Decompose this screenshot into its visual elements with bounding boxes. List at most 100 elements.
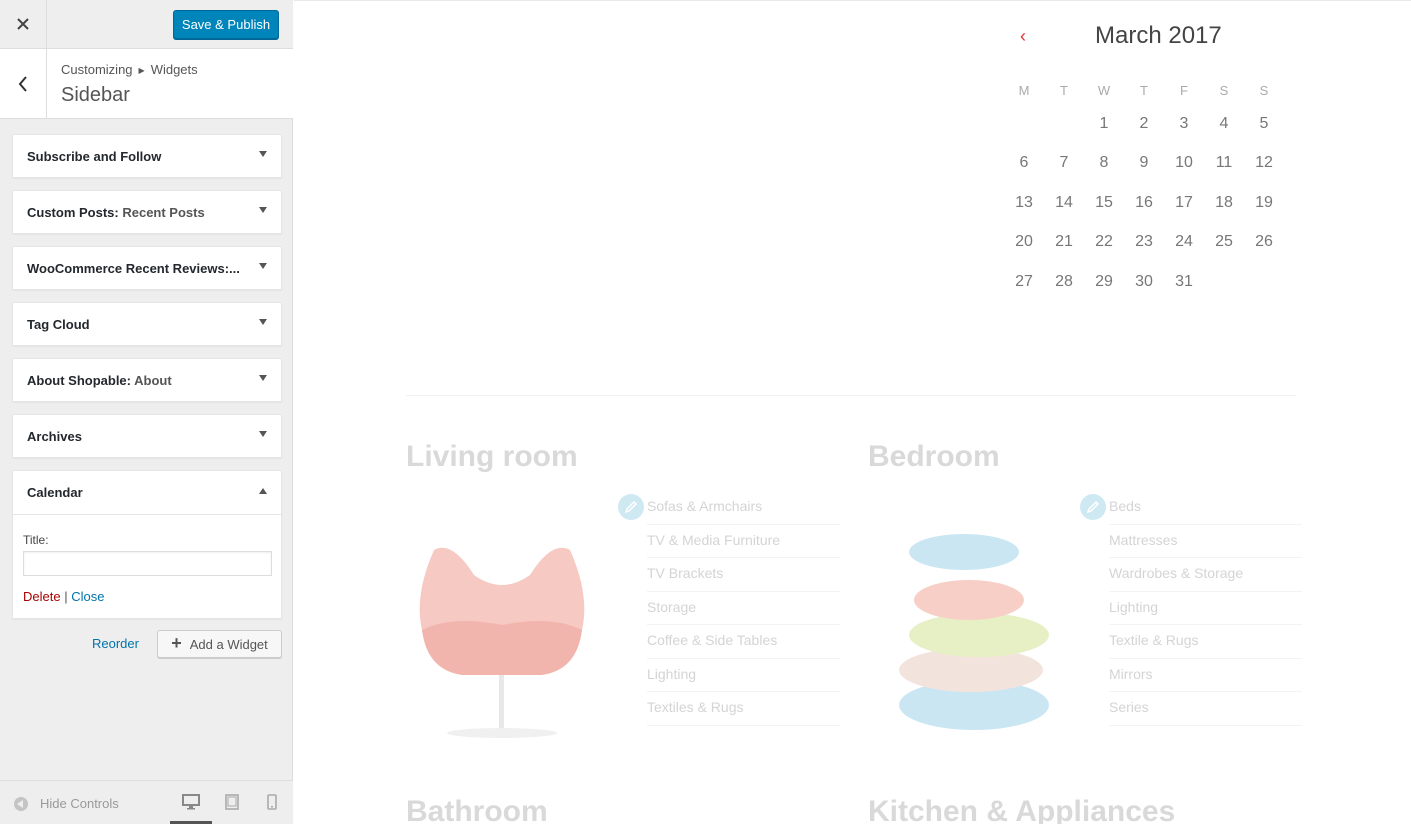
calendar-day [1244, 262, 1284, 302]
expand-arrow-icon[interactable] [259, 431, 267, 437]
widget-woocommerce-recent-reviews[interactable]: WooCommerce Recent Reviews:... [12, 246, 282, 290]
actions-separator: | [64, 589, 68, 604]
close-link[interactable]: Close [71, 589, 104, 604]
reorder-link[interactable]: Reorder [92, 636, 139, 651]
collapse-sidebar-icon [14, 796, 28, 811]
breadcrumb-item-customizing: Customizing [61, 62, 133, 77]
edit-shortcut-living-room[interactable] [618, 494, 644, 520]
section-title: Sidebar [61, 84, 130, 106]
widget-calendar[interactable]: Calendar Title: Delete | Close [12, 470, 282, 619]
list-item[interactable]: Wardrobes & Storage [1109, 558, 1302, 592]
widget-archives[interactable]: Archives [12, 414, 282, 458]
preview-mobile-button[interactable] [262, 793, 282, 811]
calendar-day: 20 [1015, 233, 1033, 251]
widget-actions: Delete | Close [23, 589, 104, 604]
widget-custom-posts[interactable]: Custom Posts: Recent Posts [12, 190, 282, 234]
list-item[interactable]: Sofas & Armchairs [647, 491, 840, 525]
list-item[interactable]: Storage [647, 592, 840, 625]
widget-list: Subscribe and Follow Custom Posts: Recen… [12, 134, 282, 631]
widget-subscribe-and-follow[interactable]: Subscribe and Follow [12, 134, 282, 178]
calendar-day: 29 [1095, 272, 1113, 290]
add-widget-button[interactable]: + Add a Widget [157, 630, 282, 658]
widget-title-main: Archives [27, 429, 82, 444]
armchair-illustration [419, 547, 585, 738]
weekday: S [1219, 82, 1229, 98]
widget-title: Archives [27, 429, 82, 444]
expand-arrow-icon[interactable] [259, 151, 267, 157]
customizer-header: Save & Publish [0, 0, 293, 49]
breadcrumb-item-widgets: Widgets [150, 62, 198, 77]
calendar-day [1204, 262, 1244, 302]
list-item[interactable]: Series [1109, 692, 1302, 726]
calendar-month-title: March 2017 [1095, 22, 1222, 49]
calendar-day: 8 [1099, 154, 1109, 172]
widget-title-main: WooCommerce Recent Reviews:... [27, 261, 240, 276]
widget-title: Calendar [27, 485, 83, 500]
list-item[interactable]: Mattresses [1109, 525, 1302, 558]
calendar-day: 2 [1139, 114, 1149, 132]
preview-tablet-button[interactable] [222, 793, 242, 811]
plus-icon: + [171, 632, 182, 653]
weekday: T [1140, 82, 1148, 98]
calendar-day: 15 [1095, 193, 1113, 211]
calendar-prev-icon[interactable]: ‹ [1020, 26, 1026, 47]
calendar-day: 1 [1099, 114, 1109, 132]
widget-title-sub: Recent Posts [118, 205, 205, 220]
widget-title: Subscribe and Follow [27, 149, 161, 164]
weekday: T [1060, 82, 1068, 98]
expand-arrow-icon[interactable] [259, 375, 267, 381]
widget-title-main: Subscribe and Follow [27, 149, 162, 164]
calendar-day: 18 [1215, 193, 1233, 211]
delete-link[interactable]: Delete [23, 589, 61, 604]
list-item[interactable]: TV Brackets [647, 558, 840, 592]
calendar-week-row: 20 21 22 23 24 25 26 [1004, 223, 1284, 263]
calendar-day: 31 [1175, 272, 1193, 290]
calendar-day: 28 [1055, 272, 1073, 290]
list-item[interactable]: Textile & Rugs [1109, 625, 1302, 659]
collapse-arrow-icon[interactable] [259, 488, 267, 494]
expand-arrow-icon[interactable] [259, 263, 267, 269]
section-divider [406, 395, 1296, 396]
category-title-kitchen[interactable]: Kitchen & Appliances [868, 795, 1175, 824]
title-field-label: Title: [23, 533, 49, 547]
edit-shortcut-bedroom[interactable] [1080, 494, 1106, 520]
calendar-day: 11 [1215, 154, 1233, 172]
list-item[interactable]: Beds [1109, 491, 1302, 525]
calendar-day [1044, 104, 1084, 144]
widget-title: WooCommerce Recent Reviews:... [27, 261, 240, 276]
calendar-day: 19 [1255, 193, 1273, 211]
category-title-living-room[interactable]: Living room [406, 440, 578, 474]
list-item[interactable]: Coffee & Side Tables [647, 625, 840, 659]
list-item[interactable]: Lighting [647, 659, 840, 692]
close-customizer-button[interactable] [0, 0, 47, 48]
pillows-illustration [899, 534, 1049, 730]
expand-arrow-icon[interactable] [259, 207, 267, 213]
title-field[interactable] [23, 551, 272, 576]
calendar-day: 12 [1255, 154, 1273, 172]
hide-controls-button[interactable]: Hide Controls [14, 796, 119, 811]
widget-title-sub: About [131, 373, 172, 388]
widget-tag-cloud[interactable]: Tag Cloud [12, 302, 282, 346]
widget-about-shopable[interactable]: About Shopable: About [12, 358, 282, 402]
add-widget-label: Add a Widget [189, 636, 268, 652]
calendar-day: 25 [1215, 233, 1233, 251]
preview-desktop-button[interactable] [181, 793, 201, 811]
list-item[interactable]: Mirrors [1109, 659, 1302, 692]
save-publish-button[interactable]: Save & Publish [173, 10, 279, 39]
chevron-left-icon [18, 75, 27, 92]
calendar-day: 30 [1135, 272, 1153, 290]
list-item[interactable]: Textiles & Rugs [647, 692, 840, 726]
back-button[interactable] [0, 49, 47, 118]
calendar-day: 22 [1095, 233, 1113, 251]
preview-top-border [294, 0, 1411, 1]
category-list-bedroom: Beds Mattresses Wardrobes & Storage Ligh… [1109, 491, 1302, 726]
category-title-bathroom[interactable]: Bathroom [406, 795, 548, 824]
section-header: Customizing ▶ Widgets Sidebar [0, 49, 293, 119]
category-title-bedroom[interactable]: Bedroom [868, 440, 1000, 474]
tablet-icon [225, 794, 239, 810]
list-item[interactable]: TV & Media Furniture [647, 525, 840, 558]
expand-arrow-icon[interactable] [259, 319, 267, 325]
widget-title-main: Tag Cloud [27, 317, 90, 332]
calendar-day: 17 [1175, 193, 1193, 211]
list-item[interactable]: Lighting [1109, 592, 1302, 625]
